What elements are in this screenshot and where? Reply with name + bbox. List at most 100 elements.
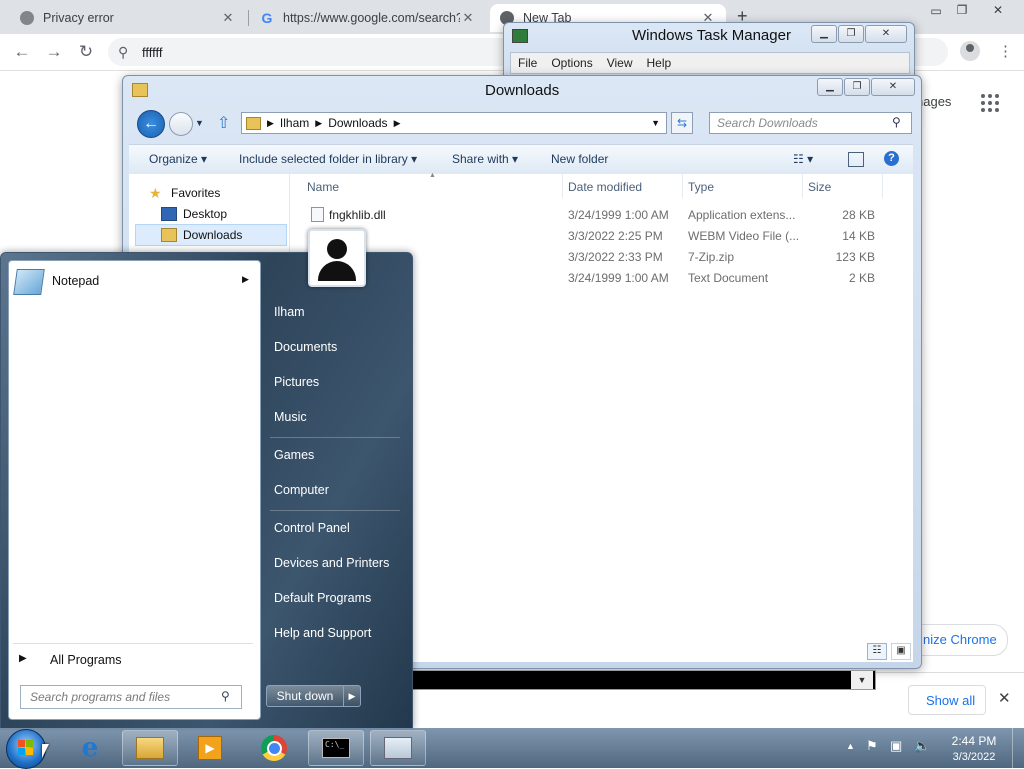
forward-arrow-icon[interactable]: → <box>44 42 64 62</box>
command-prompt-icon: C:\_ <box>322 738 350 758</box>
taskbar-task-manager[interactable] <box>370 730 426 766</box>
tab-google-search[interactable]: G https://www.google.com/search? ✕ <box>250 4 486 32</box>
change-view-icon[interactable]: ☷ ▾ <box>793 152 813 166</box>
shutdown-options-arrow-icon[interactable]: ▶ <box>343 685 361 707</box>
forward-arrow-icon[interactable] <box>169 112 193 136</box>
reload-icon[interactable]: ↻ <box>76 42 96 62</box>
breadcrumb-downloads[interactable]: Downloads <box>328 116 387 130</box>
up-arrow-icon[interactable]: ⇧ <box>217 113 230 133</box>
taskbar-media-player[interactable]: ▶ <box>182 730 238 766</box>
task-manager-close-button[interactable]: ✕ <box>865 25 907 43</box>
include-in-library-button[interactable]: Include selected folder in library ▾ <box>239 152 417 166</box>
start-menu-separator <box>270 510 400 511</box>
tab-title: Privacy error <box>43 11 114 25</box>
help-icon[interactable]: ? <box>884 151 899 166</box>
start-search-input[interactable]: Search programs and files <box>20 685 242 709</box>
menu-options[interactable]: Options <box>551 56 592 70</box>
file-type: Text Document <box>688 271 769 285</box>
menu-view[interactable]: View <box>607 56 633 70</box>
tab-close-icon[interactable]: ✕ <box>460 10 476 26</box>
tab-privacy-error[interactable]: Privacy error ✕ <box>10 4 246 32</box>
explorer-search-input[interactable]: Search Downloads <box>709 112 912 134</box>
tab-close-icon[interactable]: ✕ <box>220 10 236 26</box>
back-arrow-icon[interactable]: ← <box>12 42 32 62</box>
column-size[interactable]: Size <box>808 180 831 194</box>
large-icons-view-icon[interactable]: ▣ <box>891 643 911 660</box>
menu-file[interactable]: File <box>518 56 537 70</box>
google-apps-icon[interactable] <box>981 94 999 112</box>
notepad-label: Notepad <box>52 274 100 288</box>
start-link-user[interactable]: Ilham <box>274 305 305 319</box>
preview-pane-icon[interactable] <box>848 152 864 167</box>
volume-icon[interactable]: 🔈 <box>914 738 930 754</box>
menu-help[interactable]: Help <box>647 56 672 70</box>
show-hidden-icons-chevron[interactable]: ▲ <box>846 741 855 751</box>
start-link-pictures[interactable]: Pictures <box>274 375 319 389</box>
taskbar-explorer[interactable] <box>122 730 178 766</box>
back-arrow-icon[interactable]: ← <box>137 110 165 138</box>
column-type[interactable]: Type <box>688 180 714 194</box>
start-link-games[interactable]: Games <box>274 448 314 462</box>
shutdown-button[interactable]: Shut down <box>266 685 344 707</box>
column-header-row: Name ▲ Date modified Type Size <box>289 172 913 198</box>
file-name: fngkhlib.dll <box>329 208 386 222</box>
start-link-help-support[interactable]: Help and Support <box>274 626 371 640</box>
chrome-menu-icon[interactable]: ⋮ <box>998 42 1013 60</box>
address-bar[interactable]: ▶ Ilham ▶ Downloads ▶ ▼ <box>241 112 667 134</box>
explorer-minimize-button[interactable]: ▁ <box>817 78 843 96</box>
all-programs-label: All Programs <box>50 653 122 667</box>
nav-favorites[interactable]: ★ Favorites <box>149 186 220 200</box>
nav-desktop[interactable]: Desktop <box>161 207 227 221</box>
show-all-button[interactable]: Show all <box>908 685 986 715</box>
task-manager-minimize-button[interactable]: ▁ <box>811 25 837 43</box>
start-menu-divider <box>13 643 253 644</box>
column-date-modified[interactable]: Date modified <box>568 180 642 194</box>
new-folder-button[interactable]: New folder <box>551 152 608 166</box>
start-link-default-programs[interactable]: Default Programs <box>274 591 371 605</box>
explorer-restore-button[interactable]: ❐ <box>844 78 870 96</box>
profile-avatar-icon[interactable] <box>960 41 980 61</box>
chrome-restore-button[interactable]: ❐ <box>952 3 972 17</box>
start-item-notepad[interactable]: Notepad ▶ <box>11 267 255 295</box>
taskbar-internet-explorer[interactable]: e <box>62 730 118 766</box>
clock-date[interactable]: 3/3/2022 <box>944 751 1004 763</box>
nav-downloads-label: Downloads <box>183 228 243 242</box>
start-link-devices-printers[interactable]: Devices and Printers <box>274 556 389 570</box>
search-icon: ⚲ <box>892 115 901 129</box>
chrome-minimize-button[interactable]: ▭ <box>926 4 946 18</box>
search-icon: ⚲ <box>118 43 129 60</box>
start-link-control-panel[interactable]: Control Panel <box>274 521 350 535</box>
network-icon[interactable]: ▣ <box>890 738 902 754</box>
nav-downloads[interactable]: Downloads <box>161 228 242 242</box>
details-view-icon[interactable]: ☷ <box>867 643 887 660</box>
explorer-close-button[interactable]: ✕ <box>871 78 915 96</box>
start-button[interactable] <box>6 729 46 769</box>
console-scroll-chevron-icon[interactable]: ▼ <box>851 671 873 689</box>
refresh-icon[interactable]: ⇆ <box>671 112 693 134</box>
show-desktop-button[interactable] <box>1012 728 1024 768</box>
user-avatar[interactable] <box>308 229 366 287</box>
all-programs-button[interactable]: ▶ All Programs <box>11 649 255 671</box>
file-row[interactable]: fngkhlib.dll 3/24/1999 1:00 AM Applicati… <box>289 205 913 226</box>
task-manager-restore-button[interactable]: ❐ <box>838 25 864 43</box>
column-name[interactable]: Name <box>307 180 339 194</box>
taskbar-chrome[interactable] <box>246 730 302 766</box>
chrome-close-button[interactable]: ✕ <box>988 3 1008 17</box>
organize-button[interactable]: Organize ▾ <box>149 152 207 166</box>
taskbar-command-prompt[interactable]: C:\_ <box>308 730 364 766</box>
address-dropdown-icon[interactable]: ▼ <box>651 118 660 128</box>
globe-icon <box>20 11 34 25</box>
start-link-documents[interactable]: Documents <box>274 340 337 354</box>
file-row[interactable]: 3/3/2022 2:25 PM WEBM Video File (... 14… <box>289 226 913 247</box>
start-link-computer[interactable]: Computer <box>274 483 329 497</box>
start-link-music[interactable]: Music <box>274 410 307 424</box>
share-with-button[interactable]: Share with ▾ <box>452 152 518 166</box>
recent-locations-chevron-icon[interactable]: ▼ <box>195 118 204 128</box>
clock-time[interactable]: 2:44 PM <box>944 734 1004 748</box>
download-bar-close-icon[interactable]: ✕ <box>998 689 1011 707</box>
action-center-flag-icon[interactable]: ⚑ <box>866 738 878 754</box>
mouse-cursor-icon <box>42 744 49 758</box>
task-manager-icon <box>384 737 412 759</box>
nav-favorites-label: Favorites <box>171 186 221 200</box>
breadcrumb-ilham[interactable]: Ilham <box>280 116 309 130</box>
